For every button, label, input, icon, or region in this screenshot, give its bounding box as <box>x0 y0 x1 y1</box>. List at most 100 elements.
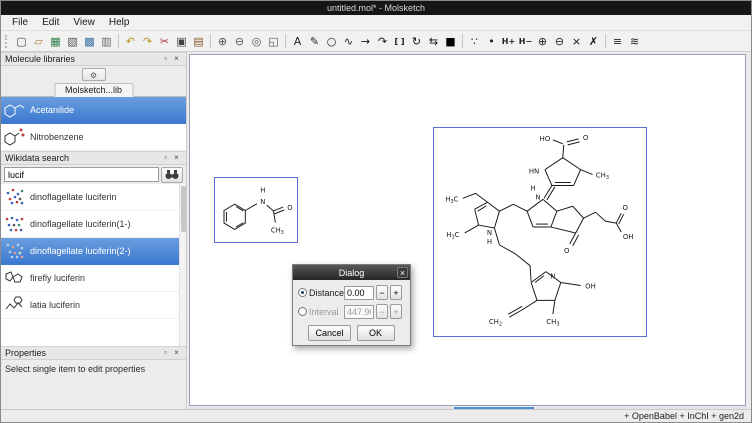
wikidata-results-list: dinoflagellate luciferin dinoflagellate … <box>1 184 186 346</box>
result-label: dinoflagellate luciferin <box>30 192 117 202</box>
toolbar-lone-pair-button[interactable]: ∵ <box>466 33 483 50</box>
dialog[interactable]: Dialog × Distance − + Interval − + Cance… <box>292 264 411 346</box>
toolbar-zoom-fit-button[interactable]: ◱ <box>265 33 282 50</box>
interval-radio[interactable] <box>298 307 307 316</box>
toolbar-separator <box>285 34 286 48</box>
toolbar-reaction-arrow-button[interactable]: → <box>357 33 374 50</box>
interval-input[interactable] <box>344 305 374 319</box>
float-panel-icon[interactable]: ▫ <box>160 152 171 164</box>
toolbar-copy-button[interactable]: ▣ <box>173 33 190 50</box>
panel-header-properties: Properties ▫ × <box>1 346 186 360</box>
library-menu-button[interactable]: ⚙ <box>82 68 106 81</box>
menubar: File Edit View Help <box>1 15 751 31</box>
toolbar-zoom-in-button[interactable]: ⊕ <box>214 33 231 50</box>
toolbar-charge-plus-button[interactable]: ⊕ <box>534 33 551 50</box>
toolbar-insert-text-button[interactable]: A <box>289 33 306 50</box>
close-panel-icon[interactable]: × <box>171 152 182 164</box>
svg-text:N: N <box>260 198 265 206</box>
molsketch-window: untitled.mol* - Molsketch File Edit View… <box>0 0 752 423</box>
dialog-buttons: Cancel OK <box>298 325 405 341</box>
toolbar-cut-button[interactable]: ✂ <box>156 33 173 50</box>
results-scrollbar[interactable] <box>179 184 186 346</box>
toolbar-delete-all-button[interactable]: ✗ <box>585 33 602 50</box>
toolbar-insert-ring-button[interactable]: ○ <box>323 33 340 50</box>
result-label: latia luciferin <box>30 300 80 310</box>
panel-title: Molecule libraries <box>5 54 160 64</box>
toolbar-draw-bond-button[interactable]: ✎ <box>306 33 323 50</box>
toolbar-print-button[interactable]: ▥ <box>98 33 115 50</box>
toolbar-save-button[interactable]: ▦ <box>47 33 64 50</box>
toolbar-radical-electron-button[interactable]: • <box>483 33 500 50</box>
toolbar-new-document-button[interactable]: ▢ <box>13 33 30 50</box>
toolbar-clean-structure-button[interactable]: ≋ <box>626 33 643 50</box>
toolbar-open-file-button[interactable]: ▱ <box>30 33 47 50</box>
canvas[interactable]: H N O CH3 <box>189 54 746 406</box>
menu-view[interactable]: View <box>66 15 102 30</box>
tab-molsketch-lib[interactable]: Molsketch...lib <box>54 83 133 97</box>
gear-icon: ⚙ <box>90 71 97 80</box>
toolbar-brackets-button[interactable]: [ ] <box>391 33 408 50</box>
toolbar-redo-button[interactable]: ↷ <box>139 33 156 50</box>
menu-help[interactable]: Help <box>102 15 137 30</box>
svg-text:CH3: CH3 <box>596 172 609 181</box>
toolbar-remove-hydrogen-button[interactable]: H− <box>517 33 534 50</box>
toolbar-delete-button[interactable]: × <box>568 33 585 50</box>
toolbar-separator <box>605 34 606 48</box>
results-scrollbar-thumb[interactable] <box>181 186 186 232</box>
toolbar: ▢▱▦▧▩▥↶↷✂▣▤⊕⊖◎◱A✎○∿→↷[ ]↻⇆■∵•H+H−⊕⊖×✗≡≋ <box>1 31 751 52</box>
search-input[interactable] <box>4 167 159 182</box>
result-latia-luciferin[interactable]: latia luciferin <box>1 292 186 319</box>
toolbar-add-hydrogen-button[interactable]: H+ <box>500 33 517 50</box>
toolbar-rotate-button[interactable]: ↻ <box>408 33 425 50</box>
toolbar-charge-minus-button[interactable]: ⊖ <box>551 33 568 50</box>
dialog-titlebar[interactable]: Dialog × <box>293 265 410 280</box>
titlebar[interactable]: untitled.mol* - Molsketch <box>1 1 751 15</box>
result-label: dinoflagellate luciferin(2-) <box>30 246 131 256</box>
float-panel-icon[interactable]: ▫ <box>160 53 171 65</box>
toolbar-mechanism-arrow-button[interactable]: ↷ <box>374 33 391 50</box>
close-panel-icon[interactable]: × <box>171 53 182 65</box>
svg-text:CH3: CH3 <box>546 318 559 327</box>
toolbar-zoom-original-button[interactable]: ◎ <box>248 33 265 50</box>
distance-radio[interactable] <box>298 288 307 297</box>
result-dinoflagellate-luciferin-1[interactable]: dinoflagellate luciferin(1-) <box>1 211 186 238</box>
cancel-button[interactable]: Cancel <box>308 325 350 341</box>
interval-increment-button[interactable]: + <box>390 304 402 319</box>
molecule-dinoflagellate-luciferin[interactable]: HO O HN CH3 H N H3C H3C N H O O OH N OH … <box>433 127 647 337</box>
toolbar-export-image-button[interactable]: ▩ <box>81 33 98 50</box>
library-tabbar: Molsketch...lib <box>1 83 186 97</box>
menu-file[interactable]: File <box>5 15 35 30</box>
molecule-acetanilide[interactable]: H N O CH3 <box>214 177 298 243</box>
toolbar-undo-button[interactable]: ↶ <box>122 33 139 50</box>
toolbar-zoom-out-button[interactable]: ⊖ <box>231 33 248 50</box>
molecule-thumbnail <box>4 214 26 234</box>
panel-title: Wikidata search <box>5 153 160 163</box>
search-button[interactable] <box>161 167 183 183</box>
binoculars-icon <box>164 169 180 181</box>
toolbar-paste-button[interactable]: ▤ <box>190 33 207 50</box>
result-dinoflagellate-luciferin[interactable]: dinoflagellate luciferin <box>1 184 186 211</box>
dialog-close-button[interactable]: × <box>397 267 408 278</box>
library-item-label: Nitrobenzene <box>30 132 84 142</box>
toolbar-drag-handle[interactable] <box>5 35 9 48</box>
ok-button[interactable]: OK <box>357 325 395 341</box>
distance-decrement-button[interactable]: − <box>376 285 388 300</box>
svg-text:O: O <box>622 204 628 212</box>
toolbar-save-as-button[interactable]: ▧ <box>64 33 81 50</box>
close-panel-icon[interactable]: × <box>171 347 182 359</box>
interval-decrement-button[interactable]: − <box>376 304 388 319</box>
toolbar-color-picker-button[interactable]: ■ <box>442 33 459 50</box>
menu-edit[interactable]: Edit <box>35 15 66 30</box>
result-dinoflagellate-luciferin-2[interactable]: dinoflagellate luciferin(2-) <box>1 238 186 265</box>
toolbar-insert-chain-button[interactable]: ∿ <box>340 33 357 50</box>
result-firefly-luciferin[interactable]: firefly luciferin <box>1 265 186 292</box>
distance-increment-button[interactable]: + <box>390 285 402 300</box>
toolbar-reflect-button[interactable]: ⇆ <box>425 33 442 50</box>
toolbar-align-items-button[interactable]: ≡ <box>609 33 626 50</box>
panel-header-molecule-libraries: Molecule libraries ▫ × <box>1 52 186 66</box>
interval-row: Interval − + <box>298 302 405 321</box>
library-item-nitrobenzene[interactable]: Nitrobenzene <box>1 124 186 151</box>
library-item-acetanilide[interactable]: Acetanilide <box>1 97 186 124</box>
float-panel-icon[interactable]: ▫ <box>160 347 171 359</box>
distance-input[interactable] <box>344 286 374 300</box>
